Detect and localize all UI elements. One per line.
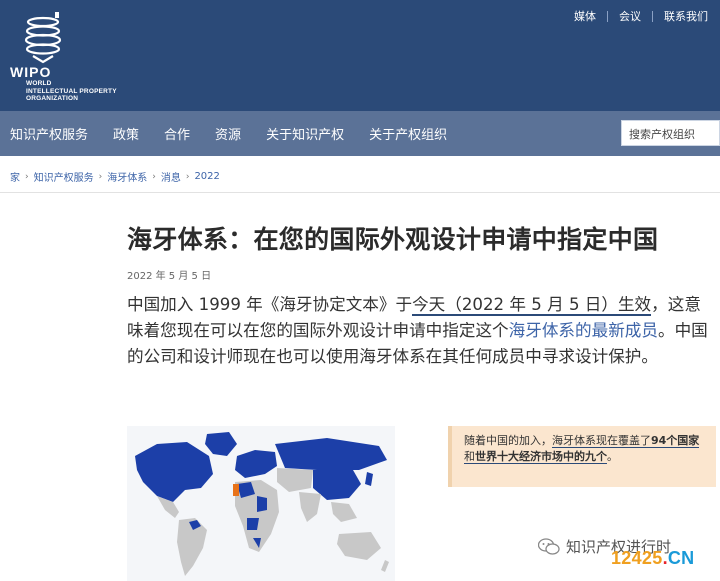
top-links: 媒体 会议 联系我们 bbox=[563, 8, 708, 24]
logo-wordmark: WIPO bbox=[10, 64, 52, 80]
map-greenland bbox=[205, 432, 237, 456]
lead-paragraph: 中国加入 1999 年《海牙协定文本》于今天（2022 年 5 月 5 日）生效… bbox=[127, 295, 708, 366]
breadcrumb-home[interactable]: 家 bbox=[10, 169, 20, 184]
map-europe bbox=[235, 450, 277, 478]
page-title: 海牙体系：在您的国际外观设计申请中指定中国 bbox=[127, 225, 659, 254]
top-link-contact[interactable]: 联系我们 bbox=[653, 8, 708, 24]
breadcrumb-news[interactable]: 消息 bbox=[161, 169, 181, 184]
nav-item-about-wipo[interactable]: 关于产权组织 bbox=[369, 124, 447, 143]
breadcrumb-hague[interactable]: 海牙体系 bbox=[107, 169, 147, 184]
map-middle-east bbox=[277, 468, 313, 492]
chevron-right-icon: › bbox=[152, 171, 156, 182]
map-new-zealand bbox=[381, 560, 389, 572]
nav-item-cooperation[interactable]: 合作 bbox=[164, 124, 190, 143]
hague-members-map bbox=[127, 426, 395, 581]
map-japan bbox=[365, 472, 373, 486]
nav-item-resources[interactable]: 资源 bbox=[215, 124, 241, 143]
chevron-right-icon: › bbox=[185, 171, 190, 182]
site-watermark: 12425.CN bbox=[611, 548, 695, 568]
publish-date: 2022 年 5 月 5 日 bbox=[127, 271, 212, 282]
main-nav: 知识产权服务 政策 合作 资源 关于知识产权 关于产权组织 bbox=[0, 111, 720, 156]
chevron-right-icon: › bbox=[98, 171, 103, 182]
top-link-media[interactable]: 媒体 bbox=[563, 8, 607, 24]
nav-item-about-ip[interactable]: 关于知识产权 bbox=[266, 124, 344, 143]
nav-item-policy[interactable]: 政策 bbox=[113, 124, 139, 143]
top-header: WIPO WORLD INTELLECTUAL PROPERTY ORGANIZ… bbox=[0, 0, 720, 111]
chevron-right-icon: › bbox=[25, 171, 29, 182]
logo-subtitle: WORLD INTELLECTUAL PROPERTY ORGANIZATION bbox=[26, 80, 117, 102]
nav-item-ip-services[interactable]: 知识产权服务 bbox=[10, 124, 88, 143]
search-input[interactable]: 搜索产权组织 bbox=[621, 120, 720, 146]
wechat-icon bbox=[538, 537, 560, 555]
breadcrumb-year[interactable]: 2022 bbox=[194, 171, 219, 182]
top-link-meetings[interactable]: 会议 bbox=[608, 8, 652, 24]
wipo-emblem-icon bbox=[24, 12, 62, 64]
effective-date-highlight: 今天（2022 年 5 月 5 日）生效 bbox=[412, 295, 652, 316]
map-highlight bbox=[233, 484, 239, 496]
world-map-image bbox=[135, 432, 389, 576]
map-north-america bbox=[135, 442, 213, 502]
coverage-callout: 随着中国的加入，海牙体系现在覆盖了94个国家和世界十大经济市场中的九个。 bbox=[448, 426, 716, 487]
map-southeast-asia bbox=[331, 502, 357, 522]
breadcrumb: 家 › 知识产权服务 › 海牙体系 › 消息 › 2022 bbox=[10, 169, 225, 184]
coverage-highlight: 海牙体系现在覆盖了 bbox=[552, 434, 651, 448]
map-australia bbox=[337, 532, 381, 560]
breadcrumb-ip-services[interactable]: 知识产权服务 bbox=[34, 169, 94, 184]
breadcrumb-divider bbox=[0, 192, 720, 193]
map-north-asia bbox=[275, 438, 387, 470]
map-south-asia bbox=[299, 492, 321, 522]
wipo-logo[interactable]: WIPO WORLD INTELLECTUAL PROPERTY ORGANIZ… bbox=[10, 10, 150, 105]
hague-member-link[interactable]: 海牙体系的最新成员 bbox=[509, 321, 658, 340]
